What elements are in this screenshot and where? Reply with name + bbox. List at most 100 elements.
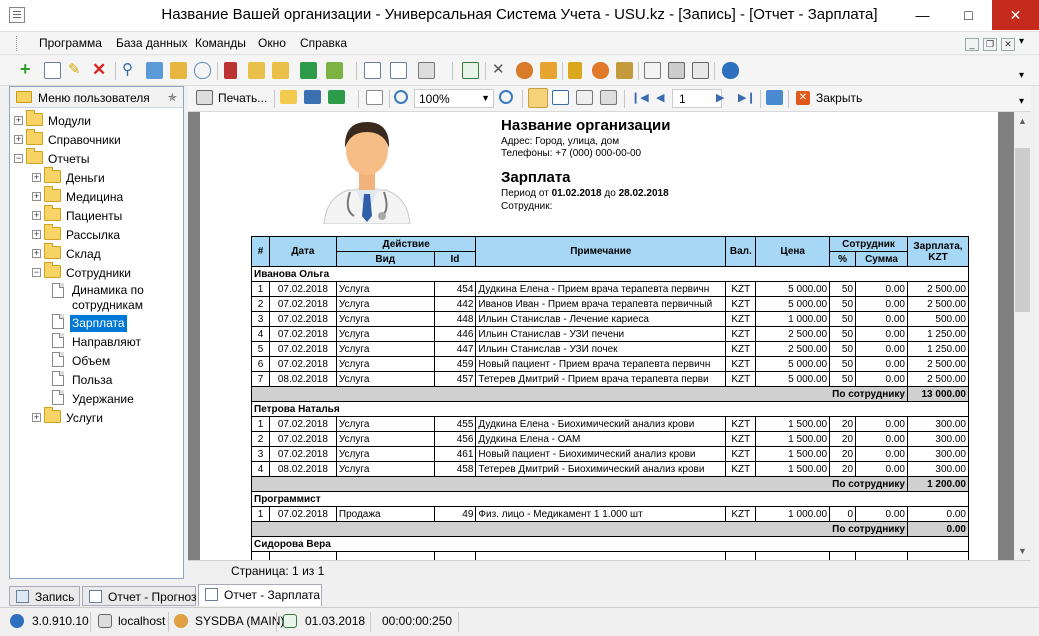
zoom-out-icon[interactable] — [499, 90, 513, 104]
binoculars-icon[interactable] — [224, 62, 237, 79]
tree-item[interactable]: + Склад — [10, 243, 180, 264]
printer-icon[interactable] — [668, 62, 685, 79]
tab-salary-report[interactable]: Отчет - Зарплата — [198, 584, 322, 606]
tree-item[interactable]: Динамика по сотрудникам — [10, 283, 180, 312]
tree-item[interactable]: + Справочники — [10, 129, 180, 150]
page-number-input[interactable]: 1 — [672, 89, 722, 108]
tree-item[interactable]: + Рассылка — [10, 224, 180, 245]
header-pct: % — [829, 251, 857, 267]
tree-item[interactable]: − Отчеты — [10, 148, 180, 169]
scroll-down-icon[interactable]: ▼ — [1018, 546, 1027, 556]
close-report-button[interactable]: Закрыть — [816, 91, 862, 105]
expand-icon[interactable]: + — [32, 413, 41, 422]
lock-icon[interactable] — [568, 62, 582, 79]
delete-icon[interactable]: ✕ — [92, 61, 109, 79]
tab-forecast-report[interactable]: Отчет - Прогноз — [82, 586, 197, 606]
tree-item-label: Услуги — [66, 411, 103, 425]
prev-page-icon[interactable]: ◀ — [656, 91, 664, 104]
new-window-icon[interactable] — [364, 62, 381, 79]
employee-name: Программист — [251, 491, 969, 507]
info-icon[interactable] — [722, 62, 739, 79]
export-icon[interactable] — [300, 62, 317, 79]
tree-item[interactable]: Объем — [10, 352, 180, 371]
import-icon[interactable] — [326, 62, 343, 79]
outline-icon[interactable] — [528, 88, 548, 108]
collapse-icon[interactable]: − — [32, 268, 41, 277]
menu-program[interactable]: Программа — [39, 36, 102, 50]
expand-icon[interactable]: + — [14, 135, 23, 144]
maximize-button[interactable]: □ — [946, 0, 991, 30]
open-icon[interactable] — [280, 90, 297, 104]
thumbnails-icon[interactable] — [552, 90, 569, 105]
tree-item[interactable]: Зарплата — [10, 314, 180, 333]
zoom-in-icon[interactable] — [394, 90, 408, 104]
tree-item[interactable]: + Модули — [10, 110, 180, 131]
minimize-button[interactable]: — — [900, 0, 945, 30]
colors-icon[interactable] — [516, 62, 533, 79]
report-toolbar-overflow-icon[interactable]: ▾ — [1019, 96, 1024, 107]
expand-icon[interactable]: + — [32, 192, 41, 201]
next-page-icon[interactable]: ▶ — [716, 91, 724, 104]
tree-item[interactable]: − Сотрудники — [10, 262, 180, 283]
tree-item[interactable]: + Пациенты — [10, 205, 180, 226]
close-window-button[interactable]: ✕ — [992, 0, 1039, 30]
expand-icon[interactable]: + — [14, 116, 23, 125]
sort-desc-icon[interactable] — [272, 62, 289, 79]
save-icon[interactable] — [304, 90, 321, 104]
tree-item[interactable]: + Услуги — [10, 407, 180, 428]
filter-icon[interactable] — [170, 62, 187, 79]
mdi-restore-button[interactable]: ❐ — [983, 38, 997, 51]
copy-icon[interactable] — [44, 62, 61, 79]
expand-icon[interactable]: + — [32, 230, 41, 239]
edit-report-icon[interactable] — [576, 90, 593, 105]
search-icon[interactable]: ⚲ — [122, 62, 139, 79]
menu-overflow-icon[interactable]: ▾ — [1019, 36, 1024, 47]
last-page-icon[interactable]: ▶❙ — [738, 91, 756, 104]
expand-icon[interactable]: + — [32, 249, 41, 258]
edit-icon[interactable]: ✎ — [68, 62, 85, 79]
tree-item[interactable]: Направляют — [10, 333, 180, 352]
pin-icon[interactable]: ✯ — [168, 91, 177, 104]
tools-icon[interactable]: ✕ — [492, 62, 509, 79]
toolbar-overflow-icon[interactable]: ▾ — [1019, 70, 1024, 81]
page-preview-icon[interactable] — [366, 90, 383, 105]
vertical-scrollbar[interactable]: ▲ ▼ — [1014, 112, 1031, 560]
table-icon[interactable] — [644, 62, 661, 79]
close-icon[interactable]: ✕ — [796, 91, 810, 105]
header-date: Дата — [268, 236, 337, 267]
play-icon[interactable] — [692, 62, 709, 79]
scroll-up-icon[interactable]: ▲ — [1018, 116, 1027, 126]
tree-item[interactable]: Удержание — [10, 390, 180, 409]
tree-item[interactable]: + Деньги — [10, 167, 180, 188]
export-report-icon[interactable] — [328, 90, 345, 104]
mdi-close-button[interactable]: ✕ — [1001, 38, 1015, 51]
settings-icon[interactable] — [540, 62, 557, 79]
reload-icon[interactable] — [766, 90, 783, 105]
sort-asc-icon[interactable] — [248, 62, 265, 79]
first-page-icon[interactable]: ❙◀ — [631, 91, 649, 104]
tab-record[interactable]: Запись — [9, 586, 80, 606]
tree-item[interactable]: Польза — [10, 371, 180, 390]
expand-icon[interactable]: + — [32, 173, 41, 182]
add-icon[interactable]: + — [20, 60, 37, 79]
print-setup-icon[interactable] — [418, 62, 435, 79]
close-window-icon[interactable] — [390, 62, 407, 79]
collapse-icon[interactable]: − — [14, 154, 23, 163]
printer-icon[interactable] — [196, 90, 213, 105]
find-in-report-icon[interactable] — [600, 90, 617, 105]
menu-window[interactable]: Окно — [258, 36, 286, 50]
zoom-select[interactable]: 100% ▼ — [414, 89, 494, 108]
mdi-minimize-button[interactable]: _ — [965, 38, 979, 51]
comment-icon[interactable] — [194, 62, 211, 79]
print-button[interactable]: Печать... — [218, 91, 267, 105]
tree-item[interactable]: + Медицина — [10, 186, 180, 207]
calendar-icon[interactable] — [462, 62, 479, 79]
permissions-icon[interactable] — [616, 62, 633, 79]
expand-icon[interactable]: + — [32, 211, 41, 220]
menu-commands[interactable]: Команды — [195, 36, 246, 50]
users-icon[interactable] — [592, 62, 609, 79]
scroll-thumb[interactable] — [1015, 148, 1030, 312]
menu-help[interactable]: Справка — [300, 36, 347, 50]
refresh-icon[interactable] — [146, 62, 163, 79]
menu-database[interactable]: База данных — [116, 36, 187, 50]
